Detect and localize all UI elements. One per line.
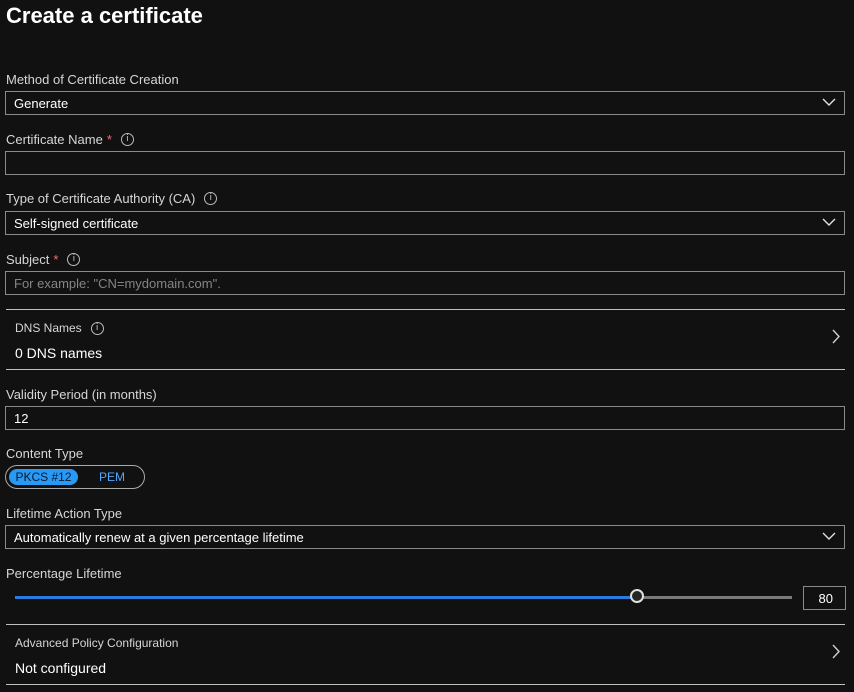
dns-names-value: 0 DNS names	[15, 345, 103, 361]
lifetime-action-select[interactable]: Automatically renew at a given percentag…	[5, 525, 845, 549]
validity-input[interactable]: 12	[5, 406, 845, 430]
percentage-slider-fill	[15, 596, 637, 599]
info-icon[interactable]: i	[204, 192, 218, 205]
page-title: Create a certificate	[6, 3, 203, 28]
subject-label-text: Subject	[6, 252, 50, 267]
method-label-text: Method of Certificate Creation	[6, 72, 179, 87]
percentage-label: Percentage Lifetime	[6, 566, 122, 581]
content-type-toggle: PKCS #12 PEM	[5, 465, 145, 489]
validity-label-text: Validity Period (in months)	[6, 387, 157, 402]
cert-name-label-text: Certificate Name	[6, 132, 103, 147]
chevron-right-icon[interactable]	[832, 644, 841, 659]
advanced-policy-value: Not configured	[15, 660, 107, 676]
content-type-option-pem[interactable]: PEM	[91, 469, 133, 485]
ca-type-label-text: Type of Certificate Authority (CA)	[6, 191, 196, 206]
chevron-down-icon	[822, 532, 836, 540]
dns-names-label: DNS Names i	[15, 321, 104, 335]
percentage-value: 80	[818, 591, 833, 606]
info-icon[interactable]: i	[120, 133, 134, 146]
chevron-down-icon	[822, 218, 836, 226]
method-label: Method of Certificate Creation	[6, 72, 179, 87]
lifetime-action-value: Automatically renew at a given percentag…	[14, 530, 304, 545]
required-marker: *	[106, 132, 112, 147]
chevron-down-icon	[822, 98, 836, 106]
advanced-policy-label-text: Advanced Policy Configuration	[15, 636, 179, 650]
cert-name-label: Certificate Name * i	[6, 132, 134, 147]
content-type-label: Content Type	[6, 446, 83, 461]
subject-placeholder: For example: "CN=mydomain.com".	[14, 276, 221, 291]
content-type-label-text: Content Type	[6, 446, 84, 461]
method-value: Generate	[14, 96, 69, 111]
info-icon[interactable]: i	[90, 321, 104, 335]
divider	[6, 684, 845, 685]
validity-value: 12	[14, 411, 29, 426]
ca-type-value: Self-signed certificate	[14, 216, 139, 231]
advanced-policy-label: Advanced Policy Configuration	[15, 636, 178, 650]
divider	[6, 309, 845, 310]
chevron-right-icon[interactable]	[832, 329, 841, 344]
lifetime-action-label: Lifetime Action Type	[6, 506, 122, 521]
percentage-input[interactable]: 80	[803, 586, 846, 610]
ca-type-label: Type of Certificate Authority (CA) i	[6, 191, 218, 206]
cert-name-input[interactable]	[5, 151, 845, 175]
percentage-label-text: Percentage Lifetime	[6, 566, 122, 581]
content-type-option-pkcs12[interactable]: PKCS #12	[9, 469, 78, 485]
percentage-slider-thumb[interactable]	[630, 589, 644, 603]
divider	[6, 369, 845, 370]
lifetime-action-label-text: Lifetime Action Type	[6, 506, 123, 521]
subject-label: Subject * i	[6, 252, 81, 267]
percentage-slider-track[interactable]	[15, 596, 792, 599]
dns-names-label-text: DNS Names	[15, 321, 82, 335]
required-marker: *	[53, 252, 59, 267]
subject-input[interactable]: For example: "CN=mydomain.com".	[5, 271, 845, 295]
ca-type-select[interactable]: Self-signed certificate	[5, 211, 845, 235]
method-select[interactable]: Generate	[5, 91, 845, 115]
validity-label: Validity Period (in months)	[6, 387, 157, 402]
info-icon[interactable]: i	[67, 253, 81, 266]
divider	[6, 624, 845, 625]
